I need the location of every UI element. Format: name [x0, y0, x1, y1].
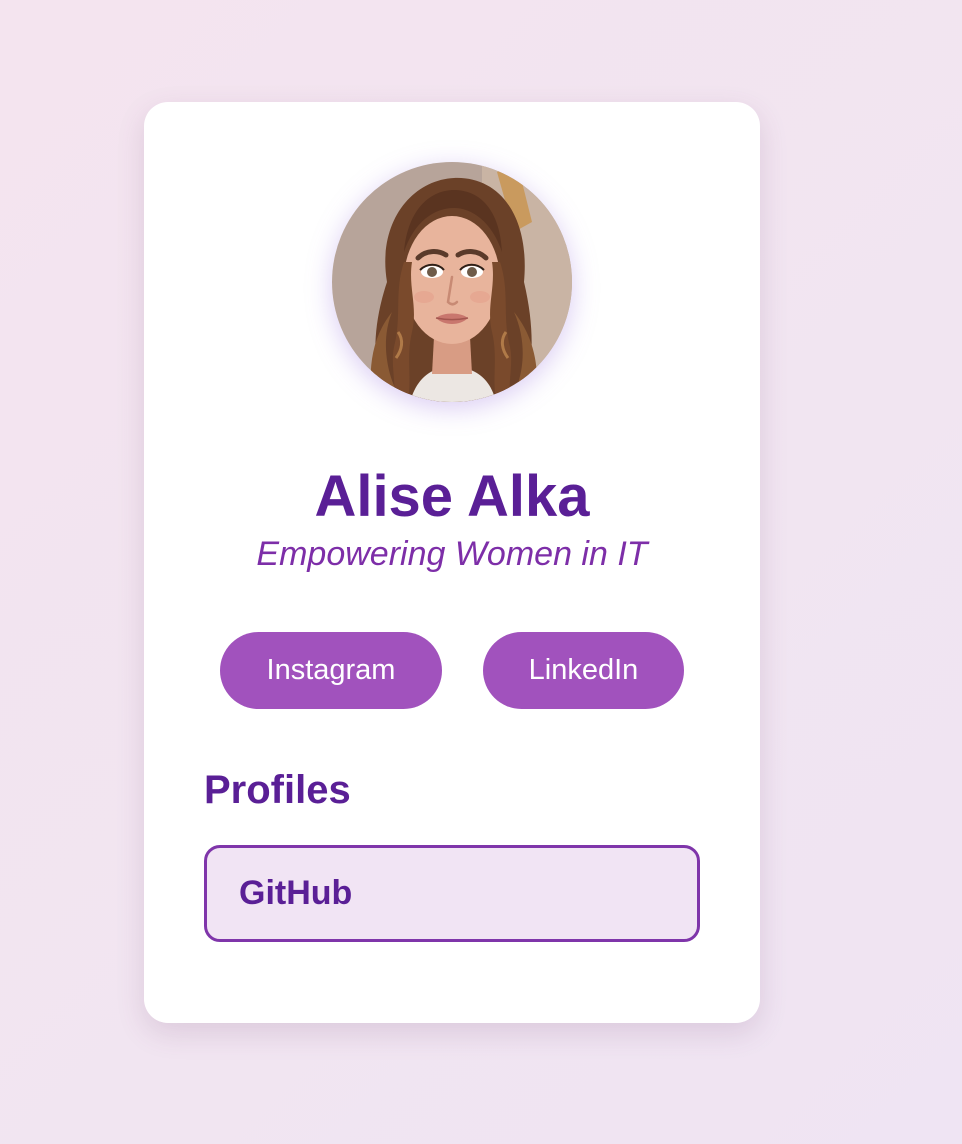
profile-link-github[interactable]: GitHub: [204, 845, 700, 942]
avatar: [332, 162, 572, 402]
profile-card: Alise Alka Empowering Women in IT Instag…: [144, 102, 760, 1023]
profile-tagline: Empowering Women in IT: [256, 535, 648, 573]
instagram-button[interactable]: Instagram: [220, 632, 442, 709]
avatar-portrait-illustration: [332, 162, 572, 402]
profile-link-label: GitHub: [239, 874, 353, 912]
linkedin-button[interactable]: LinkedIn: [483, 632, 684, 709]
profiles-heading: Profiles: [204, 768, 351, 812]
profile-name: Alise Alka: [314, 464, 590, 529]
